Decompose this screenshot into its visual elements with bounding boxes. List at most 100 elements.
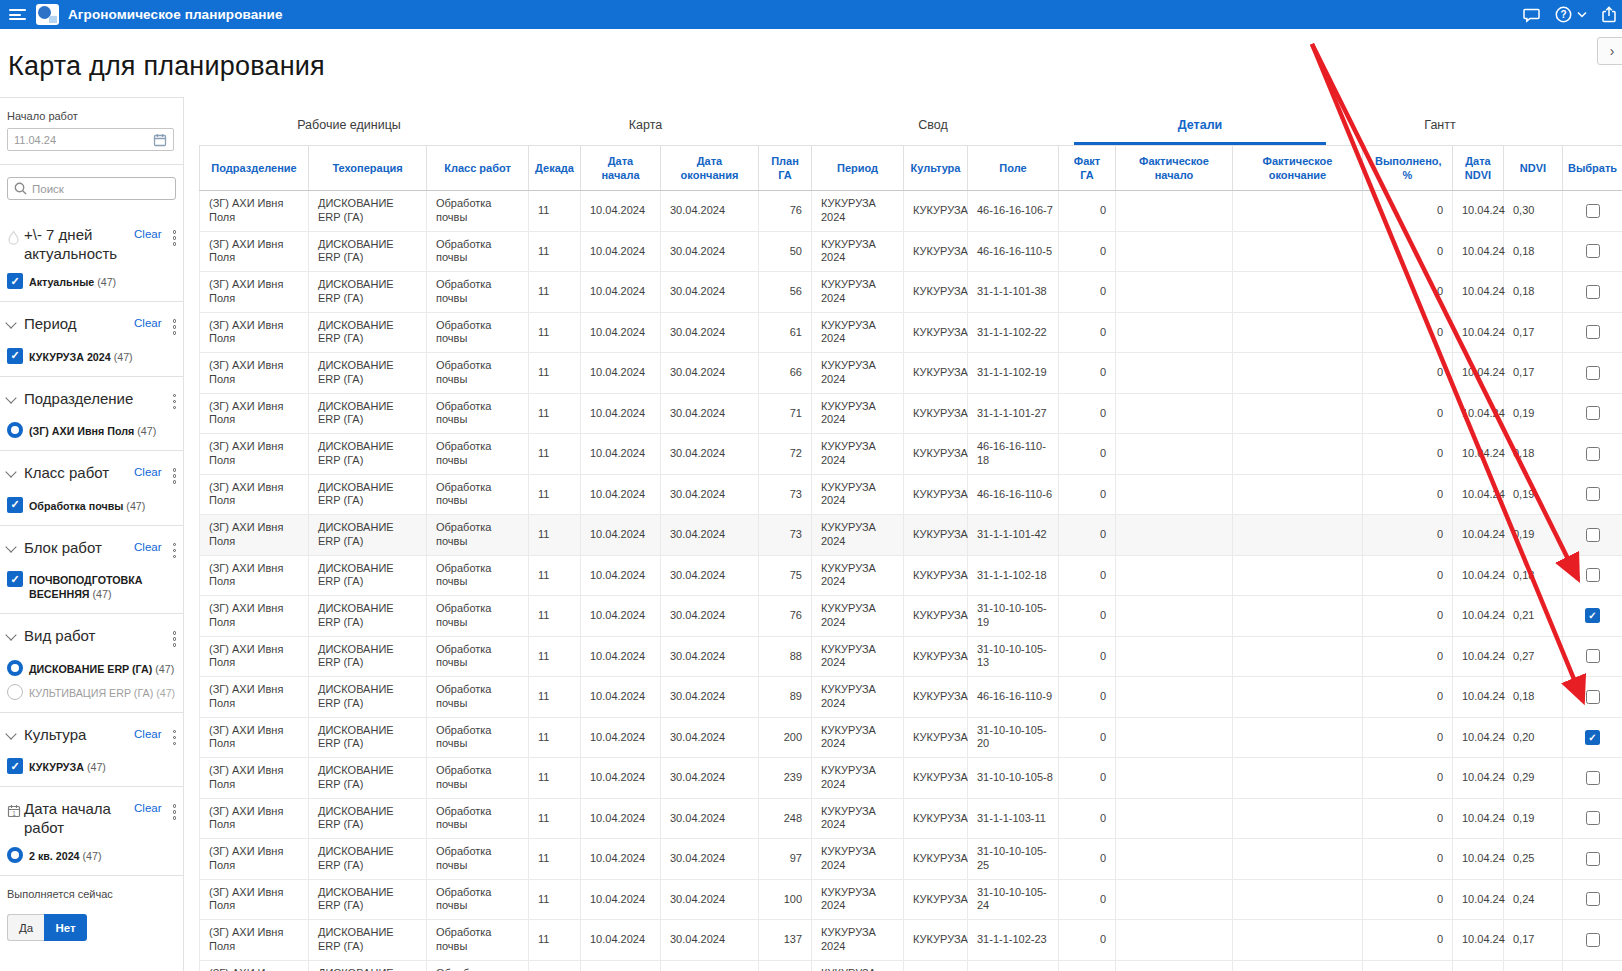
toggle-option-yes[interactable]: Да — [7, 914, 44, 941]
cell-select — [1563, 515, 1622, 556]
filter-option[interactable]: КУЛЬТИВАЦИЯ ERP (ГА) (47) — [7, 684, 178, 700]
kebab-menu-icon[interactable] — [171, 628, 179, 650]
column-header[interactable]: Период — [812, 146, 904, 191]
column-header[interactable]: Техоперация — [309, 146, 427, 191]
filter-option[interactable]: (ЗГ) АХИ Ивня Поля (47) — [7, 422, 178, 438]
chevron-down-icon[interactable] — [1577, 11, 1587, 18]
filter-option[interactable]: ✓КУКУРУЗА 2024 (47) — [7, 348, 178, 364]
filter-option[interactable]: ✓КУКУРУЗА (47) — [7, 758, 178, 774]
cell-fact_start — [1116, 596, 1233, 637]
kebab-menu-icon[interactable] — [171, 227, 179, 249]
kebab-menu-icon[interactable] — [171, 391, 179, 413]
share-icon[interactable] — [1601, 6, 1617, 23]
checkbox-checked-icon[interactable]: ✓ — [7, 348, 23, 364]
cell-period: КУКУРУЗА 2024 — [812, 879, 904, 920]
radio-selected-icon[interactable] — [7, 422, 23, 438]
filter-option[interactable]: 2 кв. 2024 (47) — [7, 847, 178, 863]
kebab-menu-icon[interactable] — [171, 465, 179, 487]
kebab-menu-icon[interactable] — [171, 316, 179, 338]
chevron-down-icon[interactable] — [7, 626, 24, 639]
row-select-checkbox[interactable] — [1586, 366, 1600, 380]
radio-selected-icon[interactable] — [7, 847, 23, 863]
search-input[interactable]: Поиск — [7, 177, 176, 200]
column-header[interactable]: Культура — [904, 146, 968, 191]
row-select-checkbox[interactable]: ✓ — [1585, 730, 1600, 745]
column-header[interactable]: Фактическое окончание — [1233, 146, 1363, 191]
row-select-checkbox[interactable] — [1586, 892, 1600, 906]
clear-filter-link[interactable]: Clear — [134, 728, 161, 740]
checkbox-checked-icon[interactable]: ✓ — [7, 273, 23, 289]
checkbox-checked-icon[interactable]: ✓ — [7, 571, 23, 587]
cell-decade: 11 — [529, 474, 581, 515]
column-header[interactable]: Дата окончания — [661, 146, 759, 191]
tab-Рабочие единицы[interactable]: Рабочие единицы — [199, 104, 499, 145]
row-select-checkbox[interactable] — [1586, 406, 1600, 420]
kebab-menu-icon[interactable] — [171, 727, 179, 749]
clear-filter-link[interactable]: Clear — [134, 317, 161, 329]
kebab-menu-icon[interactable] — [171, 801, 179, 823]
cell-fact_start — [1116, 353, 1233, 394]
column-header[interactable]: Класс работ — [427, 146, 529, 191]
cell-fact_start — [1116, 758, 1233, 799]
column-header[interactable]: Фактическое начало — [1116, 146, 1233, 191]
row-select-checkbox[interactable] — [1586, 649, 1600, 663]
cell-ndvi_date: 10.04.24 — [1453, 596, 1504, 637]
toggle-option-no[interactable]: Нет — [44, 914, 87, 941]
clear-filter-link[interactable]: Clear — [134, 802, 161, 814]
row-select-checkbox[interactable] — [1586, 811, 1600, 825]
help-icon[interactable]: ? — [1555, 6, 1572, 23]
row-select-checkbox[interactable] — [1586, 447, 1600, 461]
cell-fact_start — [1116, 312, 1233, 353]
column-header[interactable]: План ГА — [759, 146, 812, 191]
row-select-checkbox[interactable] — [1586, 852, 1600, 866]
clear-filter-link[interactable]: Clear — [134, 228, 161, 240]
row-select-checkbox[interactable] — [1586, 487, 1600, 501]
clear-filter-link[interactable]: Clear — [134, 466, 161, 478]
row-select-checkbox[interactable] — [1586, 568, 1600, 582]
tab-Детали[interactable]: Детали — [1074, 104, 1326, 145]
radio-icon[interactable] — [7, 684, 23, 700]
column-header[interactable]: Декада — [529, 146, 581, 191]
column-header[interactable]: Выбрать — [1563, 146, 1622, 191]
filter-option[interactable]: ✓Обработка почвы (47) — [7, 497, 178, 513]
chevron-down-icon[interactable] — [7, 389, 24, 402]
row-select-checkbox[interactable] — [1586, 244, 1600, 258]
row-select-checkbox[interactable] — [1586, 528, 1600, 542]
chat-icon[interactable] — [1523, 7, 1541, 23]
tab-Свод[interactable]: Свод — [792, 104, 1074, 145]
cell-culture: КУКУРУЗА — [904, 515, 968, 556]
chevron-down-icon[interactable] — [7, 463, 24, 476]
collapse-panel-button[interactable]: › — [1597, 37, 1622, 65]
tab-Гантт[interactable]: Гантт — [1326, 104, 1554, 145]
chevron-down-icon[interactable] — [7, 538, 24, 551]
column-header[interactable]: Подразделение — [200, 146, 309, 191]
column-header[interactable]: Факт ГА — [1059, 146, 1116, 191]
row-select-checkbox[interactable] — [1586, 933, 1600, 947]
column-header[interactable]: Дата начала — [581, 146, 661, 191]
chevron-down-icon[interactable] — [7, 725, 24, 738]
row-select-checkbox[interactable] — [1586, 771, 1600, 785]
checkbox-checked-icon[interactable]: ✓ — [7, 497, 23, 513]
row-select-checkbox[interactable] — [1586, 690, 1600, 704]
column-header[interactable]: NDVI — [1504, 146, 1563, 191]
column-header[interactable]: Поле — [968, 146, 1059, 191]
row-select-checkbox[interactable] — [1586, 285, 1600, 299]
column-header[interactable]: Выполнено, % — [1363, 146, 1453, 191]
tab-Карта[interactable]: Карта — [499, 104, 792, 145]
cell-operation: ДИСКОВАНИЕ ERP (ГА) — [309, 758, 427, 799]
cell-fact_start — [1116, 231, 1233, 272]
checkbox-checked-icon[interactable]: ✓ — [7, 758, 23, 774]
row-select-checkbox[interactable]: ✓ — [1585, 608, 1600, 623]
column-header[interactable]: Дата NDVI — [1453, 146, 1504, 191]
filter-option[interactable]: ДИСКОВАНИЕ ERP (ГА) (47) — [7, 660, 178, 676]
chevron-down-icon[interactable] — [7, 314, 24, 327]
clear-filter-link[interactable]: Clear — [134, 541, 161, 553]
menu-icon[interactable] — [9, 9, 26, 20]
row-select-checkbox[interactable] — [1586, 325, 1600, 339]
table-row: (ЗГ) АХИ Ивня ПоляДИСКОВАНИЕ ERP (ГА)Обр… — [200, 474, 1622, 515]
row-select-checkbox[interactable] — [1586, 204, 1600, 218]
kebab-menu-icon[interactable] — [171, 540, 179, 562]
radio-selected-icon[interactable] — [7, 660, 23, 676]
filter-option[interactable]: ✓ПОЧВОПОДГОТОВКА ВЕСЕННЯЯ (47) — [7, 571, 178, 601]
filter-option[interactable]: ✓Актуальные (47) — [7, 273, 178, 289]
